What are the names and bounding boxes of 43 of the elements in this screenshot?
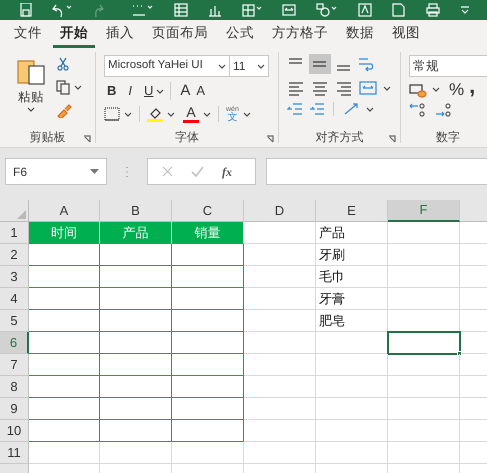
ribbon-tab[interactable]: 插入 (99, 20, 141, 48)
ribbon-tab[interactable]: 公式 (219, 20, 261, 48)
table-cell[interactable]: 牙刷 (316, 244, 388, 266)
group-label: 对齐方式 (316, 129, 364, 146)
row-header[interactable]: 5 (0, 310, 29, 332)
italic-button[interactable]: I (125, 81, 136, 101)
ribbon-tab[interactable]: 页面布局 (145, 20, 215, 48)
row-header[interactable]: 8 (0, 376, 29, 398)
shrink-font-button[interactable]: A (193, 81, 208, 101)
paste-button[interactable]: 粘贴 (14, 56, 48, 127)
group-label: 字体 (175, 129, 199, 146)
row-header[interactable]: 6 (0, 332, 29, 354)
row-header[interactable]: 7 (0, 354, 29, 376)
number-format-field[interactable]: 常规 (409, 55, 487, 77)
table-cell[interactable]: 肥皂 (316, 310, 388, 332)
ribbon-tab[interactable]: 视图 (385, 20, 427, 48)
table-cell[interactable]: 牙膏 (316, 288, 388, 310)
insert-function-button[interactable]: fx (222, 162, 232, 180)
table-cell[interactable]: 产品 (316, 222, 388, 244)
font-size-field[interactable]: 11 (230, 55, 269, 77)
ribbon-tab[interactable]: 数据 (339, 20, 381, 48)
grow-font-button[interactable]: A (177, 81, 194, 101)
percent-button[interactable]: % (449, 81, 464, 98)
font-name-field[interactable]: Microsoft YaHei UI (104, 55, 230, 77)
underline-button[interactable]: U (141, 81, 156, 101)
group-label: 剪贴板 (30, 129, 66, 146)
bold-button[interactable]: B (104, 81, 120, 101)
row-header[interactable]: 2 (0, 244, 29, 266)
ribbon-tab[interactable]: 文件 (7, 20, 49, 48)
table-cell[interactable]: 毛巾 (316, 266, 388, 288)
name-box[interactable]: F6 (5, 158, 107, 185)
comma-button[interactable]: , (469, 74, 476, 96)
row-header[interactable]: 4 (0, 288, 29, 310)
row-header[interactable]: 3 (0, 266, 29, 288)
column-header[interactable]: F (388, 200, 460, 222)
row-header[interactable]: 9 (0, 398, 29, 420)
row-header[interactable]: 10 (0, 420, 29, 442)
row-header[interactable]: 1 (0, 222, 29, 244)
font-color-button[interactable]: A (183, 105, 199, 123)
column-header[interactable]: D (244, 200, 316, 222)
row-header[interactable]: 11 (0, 442, 29, 464)
group-label: 数字 (436, 129, 460, 146)
ribbon-tab[interactable]: 方方格子 (265, 20, 335, 48)
